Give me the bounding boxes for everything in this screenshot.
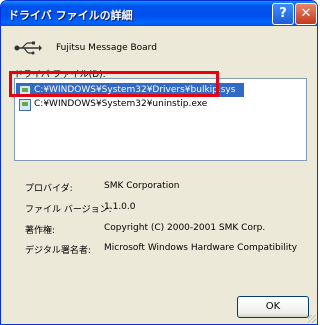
file-version-value: 1.1.0.0 bbox=[104, 202, 136, 212]
title-bar: ドライバ ファイルの詳細 ? ✕ bbox=[1, 1, 317, 26]
device-name: Fujitsu Message Board bbox=[56, 43, 157, 53]
digital-signer-label: デジタル署名者: bbox=[25, 246, 91, 256]
copyright-value: Copyright (C) 2000-2001 SMK Corp. bbox=[104, 223, 266, 233]
annotation-highlight-box bbox=[9, 71, 219, 97]
provider-value: SMK Corporation bbox=[104, 181, 180, 191]
digital-signer-value: Microsoft Windows Hardware Compatibility bbox=[104, 243, 298, 253]
usb-icon bbox=[14, 41, 42, 55]
window-title: ドライバ ファイルの詳細 bbox=[8, 9, 133, 22]
driver-file-details-dialog: ドライバ ファイルの詳細 ? ✕ Fujitsu Message Board ド… bbox=[0, 0, 318, 325]
list-item[interactable]: C:¥WINDOWS¥System32¥uninstip.exe bbox=[16, 97, 246, 111]
system-file-icon bbox=[19, 99, 31, 111]
list-item-label: C:¥WINDOWS¥System32¥uninstip.exe bbox=[34, 99, 208, 109]
file-version-label: ファイル バージョン: bbox=[25, 205, 112, 215]
close-button[interactable]: ✕ bbox=[295, 3, 317, 25]
provider-label: プロバイダ: bbox=[25, 184, 73, 194]
ok-button[interactable]: OK bbox=[237, 296, 309, 318]
copyright-label: 著作権: bbox=[25, 226, 56, 236]
resize-grip[interactable] bbox=[308, 315, 316, 323]
help-button[interactable]: ? bbox=[272, 3, 294, 25]
